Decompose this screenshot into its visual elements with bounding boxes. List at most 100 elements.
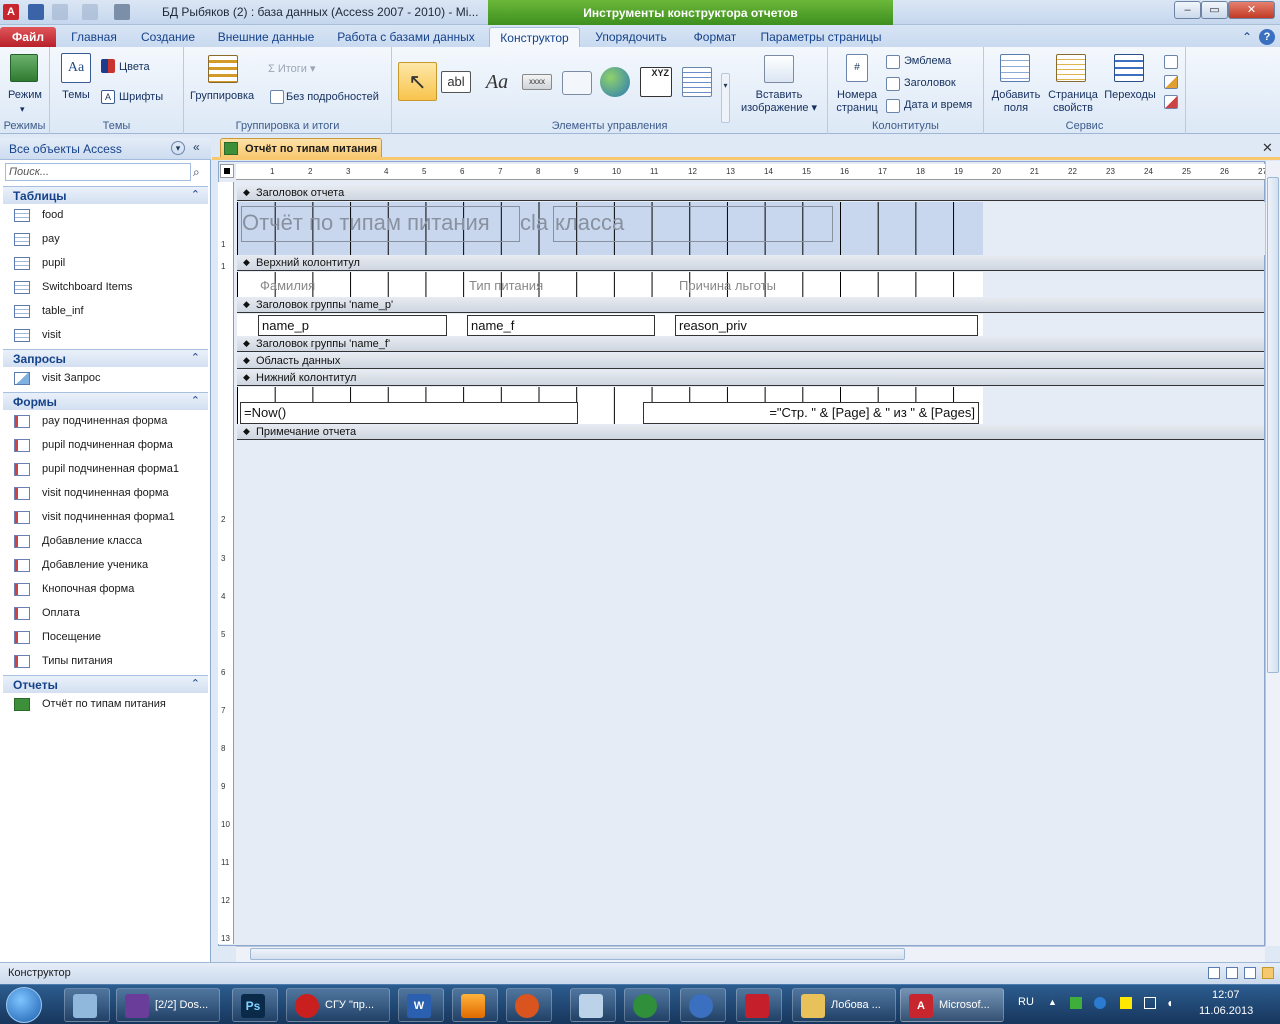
property-sheet-icon[interactable]: [1056, 54, 1086, 82]
tab-external-data[interactable]: Внешние данные: [211, 27, 321, 47]
tab-order-button[interactable]: Переходы: [1102, 89, 1158, 102]
nav-item-form[interactable]: pay подчиненная форма: [14, 412, 204, 432]
label-surname[interactable]: Фамилия: [260, 278, 315, 293]
language-indicator[interactable]: RU: [1018, 996, 1034, 1008]
access-app-icon[interactable]: A: [3, 4, 19, 20]
view-code-icon[interactable]: [1164, 75, 1178, 89]
nav-section-queries[interactable]: Запросы ⌃: [3, 349, 208, 367]
group-sort-icon[interactable]: [208, 55, 238, 83]
section-detail[interactable]: ◆ Область данных: [237, 354, 1264, 369]
nav-item-table[interactable]: table_inf: [14, 302, 204, 322]
vertical-scroll-thumb[interactable]: [1267, 177, 1279, 673]
tray-app-icon[interactable]: [1070, 997, 1082, 1009]
collapse-chevron-icon[interactable]: ⌃: [191, 351, 200, 364]
section-report-footer[interactable]: ◆ Примечание отчета: [237, 425, 1264, 440]
tray-app-icon[interactable]: [1094, 997, 1106, 1009]
insert-image-button[interactable]: Вставить изображение ▾: [736, 89, 822, 115]
label-reason[interactable]: Причина льготы: [679, 278, 776, 293]
field-now[interactable]: =Now(): [240, 402, 578, 424]
nav-item-form[interactable]: Кнопочная форма: [14, 580, 204, 600]
hyperlink-control-icon[interactable]: [600, 67, 630, 97]
textbox-control-icon[interactable]: abl: [441, 71, 471, 93]
tab-database-tools[interactable]: Работа с базами данных: [330, 27, 482, 47]
design-view-icon[interactable]: [1262, 967, 1274, 979]
view-mode-button[interactable]: Режим: [4, 89, 46, 102]
nav-item-table[interactable]: pupil: [14, 254, 204, 274]
taskbar-item[interactable]: [624, 988, 670, 1022]
field-name-f[interactable]: name_f: [467, 315, 655, 336]
close-document-icon[interactable]: ✕: [1262, 140, 1273, 156]
tab-control-icon[interactable]: [562, 71, 592, 95]
label-food-type[interactable]: Тип питания: [469, 278, 543, 293]
button-control-icon[interactable]: xxxx: [522, 74, 552, 90]
taskbar-item[interactable]: СГУ "пр...: [286, 988, 390, 1022]
gallery-scroll-icon[interactable]: ▾: [721, 73, 730, 123]
subform-icon[interactable]: [1164, 55, 1178, 69]
class-title-box[interactable]: [553, 206, 833, 242]
vertical-scrollbar[interactable]: [1265, 161, 1280, 946]
nav-menu-chevron-icon[interactable]: ▾: [171, 141, 185, 155]
tab-arrange[interactable]: Упорядочить: [586, 27, 676, 47]
taskbar-item[interactable]: Лобова ...: [792, 988, 896, 1022]
field-name-p[interactable]: name_p: [258, 315, 447, 336]
nav-item-form[interactable]: Добавление ученика: [14, 556, 204, 576]
nav-item-form[interactable]: visit подчиненная форма1: [14, 508, 204, 528]
collapse-chevron-icon[interactable]: ⌃: [191, 188, 200, 201]
tab-page-setup[interactable]: Параметры страницы: [754, 27, 888, 47]
page-header-grid[interactable]: [237, 272, 983, 297]
nav-item-table[interactable]: Switchboard Items: [14, 278, 204, 298]
report-selector[interactable]: [220, 164, 234, 178]
tab-order-icon[interactable]: [1114, 54, 1144, 82]
nav-item-query[interactable]: visit Запрос: [14, 369, 204, 389]
tab-create[interactable]: Создание: [133, 27, 203, 47]
datetime-button[interactable]: Дата и время: [904, 99, 972, 112]
taskbar-item[interactable]: [64, 988, 110, 1022]
customize-qat-icon[interactable]: [114, 4, 130, 20]
collapse-chevron-icon[interactable]: ⌃: [191, 677, 200, 690]
minimize-button[interactable]: –: [1174, 1, 1201, 19]
totals-button[interactable]: Σ Итоги ▾: [268, 63, 316, 76]
page-numbers-icon[interactable]: #: [846, 54, 868, 82]
fonts-button[interactable]: Шрифты: [119, 91, 163, 104]
nav-item-form[interactable]: pupil подчиненная форма: [14, 436, 204, 456]
report-view-icon[interactable]: [1208, 967, 1220, 979]
page-numbers-button[interactable]: Номера страниц: [832, 89, 882, 115]
layout-view-icon[interactable]: [1244, 967, 1256, 979]
more-controls-icon[interactable]: [682, 67, 712, 97]
hide-details-button[interactable]: Без подробностей: [286, 91, 379, 104]
tab-file[interactable]: Файл: [0, 27, 56, 47]
nav-collapse-icon[interactable]: «: [193, 140, 200, 154]
collapse-chevron-icon[interactable]: ⌃: [191, 394, 200, 407]
section-page-header[interactable]: ◆ Верхний колонтитул: [237, 256, 1264, 271]
horizontal-scroll-thumb[interactable]: [250, 948, 905, 960]
taskbar-item-active[interactable]: A Microsof...: [900, 988, 1004, 1022]
insert-image-icon[interactable]: [764, 55, 794, 83]
nav-item-table[interactable]: food: [14, 206, 204, 226]
nav-item-form[interactable]: Посещение: [14, 628, 204, 648]
section-report-header[interactable]: ◆ Заголовок отчета: [237, 186, 1264, 201]
undo-icon[interactable]: [52, 4, 68, 20]
tab-format[interactable]: Формат: [684, 27, 746, 47]
property-sheet-button[interactable]: Страница свойств: [1044, 89, 1102, 115]
tray-app-icon[interactable]: [1120, 997, 1132, 1009]
logo-button[interactable]: Эмблема: [904, 55, 951, 68]
label-control-icon[interactable]: Aa: [482, 71, 512, 93]
print-preview-icon[interactable]: [1226, 967, 1238, 979]
start-button[interactable]: [6, 987, 42, 1023]
title-button[interactable]: Заголовок: [904, 77, 956, 90]
add-fields-icon[interactable]: [1000, 54, 1030, 82]
redo-icon[interactable]: [82, 4, 98, 20]
view-mode-icon[interactable]: [10, 54, 38, 82]
maximize-button[interactable]: ▭: [1201, 1, 1228, 19]
nav-item-table[interactable]: visit: [14, 326, 204, 346]
themes-icon[interactable]: Aa: [61, 53, 91, 83]
help-icon[interactable]: ?: [1259, 29, 1275, 45]
tab-design[interactable]: Конструктор: [489, 27, 580, 47]
add-fields-button[interactable]: Добавить поля: [986, 89, 1046, 115]
clock-date[interactable]: 11.06.2013: [1199, 1005, 1253, 1017]
save-icon[interactable]: [28, 4, 44, 20]
report-title-cla[interactable]: cla: [520, 210, 548, 236]
section-group-name-f[interactable]: ◆ Заголовок группы 'name_f': [237, 337, 1264, 352]
section-group-name-p[interactable]: ◆ Заголовок группы 'name_p': [237, 298, 1264, 313]
taskbar-item[interactable]: [452, 988, 498, 1022]
